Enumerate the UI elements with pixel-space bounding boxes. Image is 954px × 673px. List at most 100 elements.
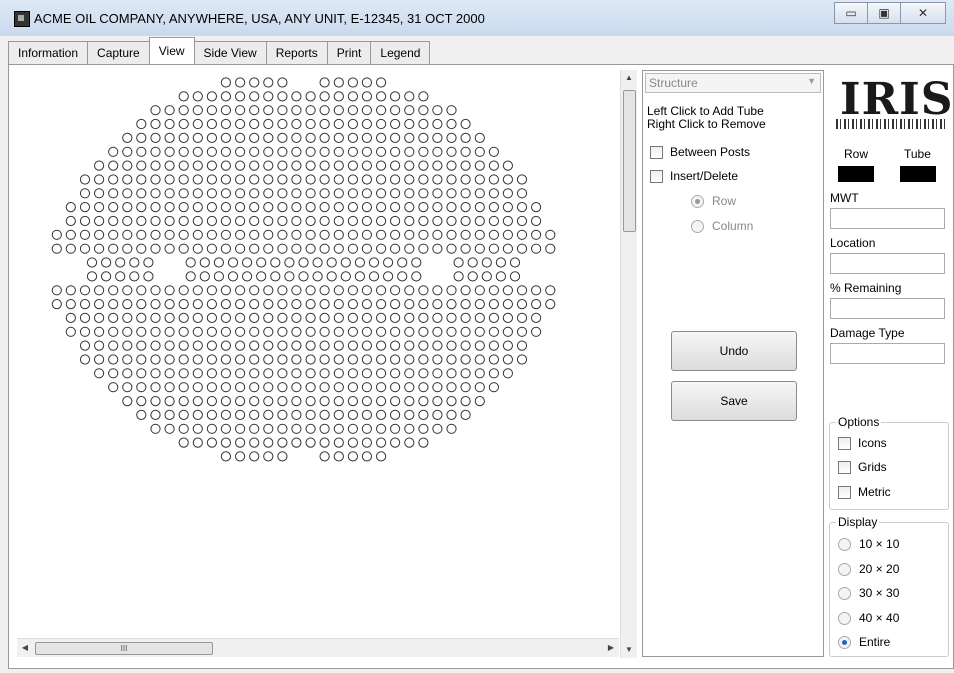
tube-icon[interactable] xyxy=(390,202,401,213)
tab-capture[interactable]: Capture xyxy=(87,41,150,64)
tube-icon[interactable] xyxy=(178,285,189,296)
tube-icon[interactable] xyxy=(361,340,372,351)
tube-icon[interactable] xyxy=(108,299,119,310)
tube-icon[interactable] xyxy=(474,326,485,337)
tube-icon[interactable] xyxy=(376,77,387,88)
tube-icon[interactable] xyxy=(319,146,330,157)
tube-icon[interactable] xyxy=(488,229,499,240)
tube-icon[interactable] xyxy=(249,146,260,157)
tube-icon[interactable] xyxy=(488,299,499,310)
tube-icon[interactable] xyxy=(192,437,203,448)
tube-icon[interactable] xyxy=(481,257,492,268)
tube-icon[interactable] xyxy=(446,188,457,199)
tube-icon[interactable] xyxy=(404,437,415,448)
tube-icon[interactable] xyxy=(263,451,274,462)
tube-icon[interactable] xyxy=(347,437,358,448)
tube-icon[interactable] xyxy=(460,312,471,323)
tube-icon[interactable] xyxy=(263,188,274,199)
tube-icon[interactable] xyxy=(446,105,457,116)
tube-icon[interactable] xyxy=(390,299,401,310)
tube-icon[interactable] xyxy=(291,285,302,296)
tube-icon[interactable] xyxy=(305,202,316,213)
tube-icon[interactable] xyxy=(206,382,217,393)
tube-icon[interactable] xyxy=(291,382,302,393)
tube-icon[interactable] xyxy=(185,271,196,282)
tube-icon[interactable] xyxy=(284,257,295,268)
tube-icon[interactable] xyxy=(192,285,203,296)
tube-icon[interactable] xyxy=(249,215,260,227)
tube-icon[interactable] xyxy=(94,202,105,213)
tube-icon[interactable] xyxy=(446,423,457,434)
tube-icon[interactable] xyxy=(263,202,274,213)
tube-icon[interactable] xyxy=(418,132,429,144)
tube-icon[interactable] xyxy=(178,299,189,310)
tube-icon[interactable] xyxy=(249,409,260,420)
tube-icon[interactable] xyxy=(164,118,175,130)
tube-icon[interactable] xyxy=(178,188,189,199)
tube-icon[interactable] xyxy=(340,257,351,268)
tube-icon[interactable] xyxy=(305,437,316,448)
tube-icon[interactable] xyxy=(108,229,119,240)
tube-icon[interactable] xyxy=(150,299,161,310)
vertical-scroll-thumb[interactable] xyxy=(623,90,636,232)
tube-icon[interactable] xyxy=(418,409,429,420)
tube-icon[interactable] xyxy=(206,91,217,102)
tube-icon[interactable] xyxy=(411,257,422,268)
tube-icon[interactable] xyxy=(220,174,231,185)
tube-icon[interactable] xyxy=(94,368,105,379)
tube-icon[interactable] xyxy=(418,229,429,240)
tube-icon[interactable] xyxy=(418,312,429,323)
tube-icon[interactable] xyxy=(333,396,344,407)
tube-icon[interactable] xyxy=(206,312,217,323)
tube-icon[interactable] xyxy=(545,299,556,310)
tube-icon[interactable] xyxy=(340,271,351,282)
tube-icon[interactable] xyxy=(178,409,189,420)
tube-icon[interactable] xyxy=(460,285,471,296)
radio-circle[interactable] xyxy=(838,537,851,551)
tube-icon[interactable] xyxy=(404,118,415,130)
tube-icon[interactable] xyxy=(206,160,217,171)
tube-icon[interactable] xyxy=(122,243,133,254)
tube-icon[interactable] xyxy=(418,423,429,434)
row-radio[interactable]: Row xyxy=(691,194,736,208)
tube-icon[interactable] xyxy=(333,243,344,254)
tube-icon[interactable] xyxy=(277,368,288,379)
tube-icon[interactable] xyxy=(404,91,415,102)
tube-icon[interactable] xyxy=(474,202,485,213)
tube-icon[interactable] xyxy=(291,202,302,213)
tube-icon[interactable] xyxy=(390,285,401,296)
tube-icon[interactable] xyxy=(376,118,387,130)
tube-icon[interactable] xyxy=(143,271,154,282)
tube-icon[interactable] xyxy=(305,382,316,393)
tube-icon[interactable] xyxy=(263,396,274,407)
tube-icon[interactable] xyxy=(446,146,457,157)
tube-icon[interactable] xyxy=(390,312,401,323)
tube-icon[interactable] xyxy=(277,91,288,102)
tube-icon[interactable] xyxy=(333,146,344,157)
tube-icon[interactable] xyxy=(291,409,302,420)
tube-icon[interactable] xyxy=(347,368,358,379)
tube-icon[interactable] xyxy=(122,215,133,227)
minimize-button[interactable]: ▭ xyxy=(834,2,868,24)
tube-icon[interactable] xyxy=(79,229,91,240)
tube-icon[interactable] xyxy=(192,188,203,199)
tube-icon[interactable] xyxy=(94,174,105,185)
tube-icon[interactable] xyxy=(178,118,189,130)
tube-icon[interactable] xyxy=(164,312,175,323)
tube-icon[interactable] xyxy=(361,285,372,296)
tube-icon[interactable] xyxy=(326,257,337,268)
tube-icon[interactable] xyxy=(305,118,316,130)
tube-icon[interactable] xyxy=(277,423,288,434)
tube-icon[interactable] xyxy=(291,215,302,227)
tube-icon[interactable] xyxy=(94,160,105,171)
tube-icon[interactable] xyxy=(347,312,358,323)
tube-icon[interactable] xyxy=(488,188,499,199)
tube-icon[interactable] xyxy=(284,271,295,282)
tube-icon[interactable] xyxy=(150,326,161,337)
tube-icon[interactable] xyxy=(516,312,528,323)
tube-icon[interactable] xyxy=(361,423,372,434)
tube-icon[interactable] xyxy=(192,340,203,351)
tube-icon[interactable] xyxy=(319,354,330,365)
tube-icon[interactable] xyxy=(263,437,274,448)
tube-icon[interactable] xyxy=(108,215,119,227)
